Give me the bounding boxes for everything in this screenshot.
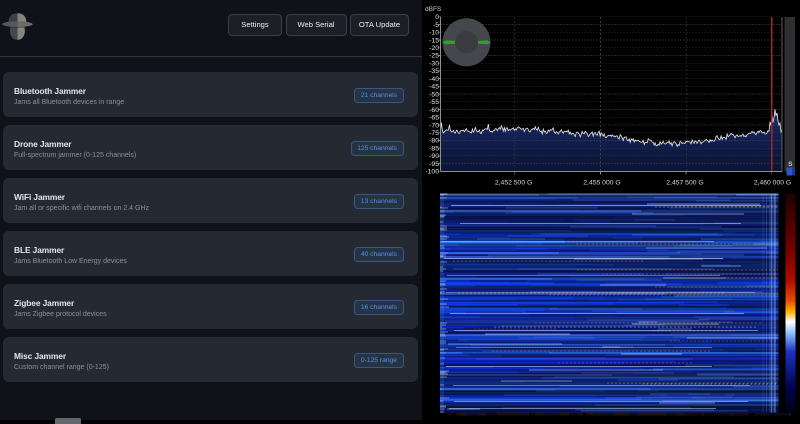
svg-text:-75: -75 [429, 130, 439, 137]
svg-text:-30: -30 [429, 60, 439, 67]
svg-text:-10: -10 [429, 30, 439, 37]
svg-text:-40: -40 [429, 76, 439, 83]
svg-text:-15: -15 [429, 37, 439, 44]
svg-text:-100: -100 [425, 169, 439, 176]
svg-text:-60: -60 [429, 107, 439, 114]
svg-text:S: S [788, 161, 793, 168]
svg-text:-85: -85 [429, 145, 439, 152]
svg-text:-35: -35 [429, 68, 439, 75]
svg-text:-45: -45 [429, 84, 439, 91]
svg-text:-25: -25 [429, 53, 439, 60]
svg-text:-20: -20 [429, 45, 439, 52]
svg-text:0: 0 [435, 14, 439, 21]
svg-text:-5: -5 [433, 22, 439, 29]
svg-text:-50: -50 [429, 91, 439, 98]
svg-text:2,455 000 G: 2,455 000 G [583, 180, 620, 187]
svg-text:-95: -95 [429, 161, 439, 168]
svg-text:-90: -90 [429, 153, 439, 160]
svg-text:-80: -80 [429, 138, 439, 145]
svg-text:2,460 000 G: 2,460 000 G [754, 180, 791, 187]
svg-text:2,457 500 G: 2,457 500 G [666, 180, 703, 187]
svg-text:2,452 500 G: 2,452 500 G [495, 180, 532, 187]
svg-text:-55: -55 [429, 99, 439, 106]
svg-text:dBFS: dBFS [425, 6, 442, 13]
svg-text:-65: -65 [429, 115, 439, 122]
svg-text:-70: -70 [429, 122, 439, 129]
